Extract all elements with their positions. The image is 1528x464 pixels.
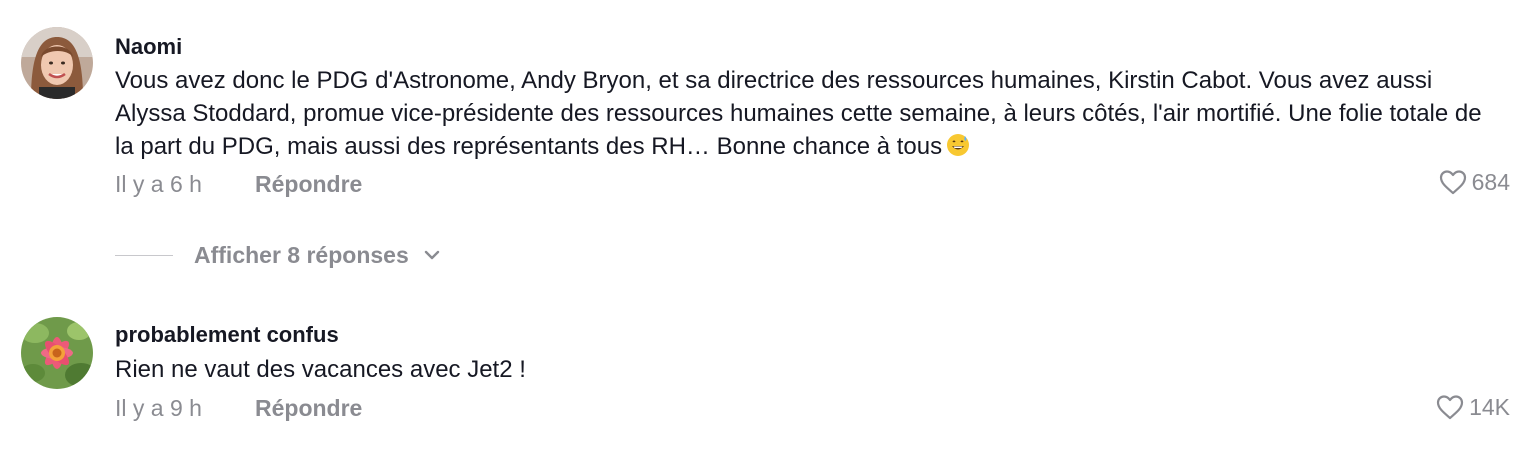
comment-text-body: Vous avez donc le PDG d'Astronome, Andy …: [115, 67, 1482, 160]
comment-meta: Il y a 6 h Répondre: [115, 171, 362, 198]
reply-button[interactable]: Répondre: [255, 395, 362, 422]
view-replies-label: Afficher 8 réponses: [194, 241, 409, 268]
view-replies-button[interactable]: Afficher 8 réponses: [194, 242, 441, 269]
comment-username[interactable]: probablement confus: [115, 322, 339, 348]
comment-text-body: Rien ne vaut des vacances avec Jet2 !: [115, 356, 526, 383]
avatar[interactable]: [21, 27, 93, 99]
like-count: 684: [1471, 168, 1510, 195]
reply-button[interactable]: Répondre: [255, 171, 362, 198]
heart-outline-icon: [1439, 170, 1466, 195]
comment-timestamp: Il y a 6 h: [115, 171, 202, 197]
heart-outline-icon: [1436, 395, 1464, 420]
chevron-down-icon: [424, 250, 439, 260]
avatar-photo: [21, 27, 93, 99]
like-button[interactable]: 14K: [1435, 393, 1510, 421]
like-button[interactable]: 684: [1438, 168, 1510, 196]
comment-text: Rien ne vaut des vacances avec Jet2 !: [115, 353, 1495, 386]
avatar[interactable]: [21, 317, 93, 389]
avatar-photo: [21, 317, 93, 389]
comment-username[interactable]: Naomi: [115, 34, 182, 60]
like-count: 14K: [1469, 393, 1510, 420]
grinning-sweat-emoji: [947, 134, 970, 156]
comment-timestamp: Il y a 9 h: [115, 395, 202, 421]
view-replies-row: Afficher 8 réponses: [115, 237, 441, 273]
comment-meta: Il y a 9 h Répondre: [115, 395, 362, 422]
replies-divider-line: [115, 254, 173, 256]
comment-text: Vous avez donc le PDG d'Astronome, Andy …: [115, 64, 1495, 163]
